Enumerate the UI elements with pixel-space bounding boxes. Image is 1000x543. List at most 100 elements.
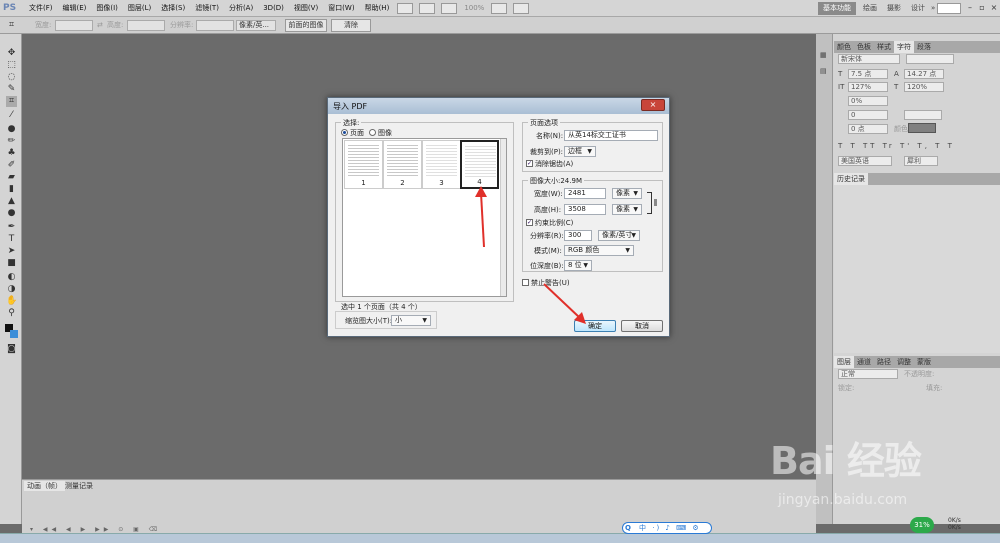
tab-character[interactable]: 字符	[894, 41, 914, 53]
view-extras-icon[interactable]	[441, 2, 458, 14]
tab-history[interactable]: 历史记录	[834, 173, 868, 185]
ime-toolbar[interactable]: Q 中 ·) ♪ ⌨ ⚙	[622, 522, 712, 534]
width-input[interactable]: 2481	[564, 188, 606, 199]
tab-measurement-log[interactable]: 测量记录	[62, 481, 96, 491]
menu-image[interactable]: 图像(I)	[91, 0, 123, 17]
tab-adjustments[interactable]: 调整	[894, 356, 914, 368]
radio-images[interactable]	[369, 129, 376, 136]
tab-animation-frames[interactable]: 动画（帧）	[24, 481, 65, 491]
history-panel-icon[interactable]: ▤	[820, 66, 827, 76]
menu-help[interactable]: 帮助(H)	[360, 0, 395, 17]
resolution-unit-select[interactable]: 像素/英寸 ▼	[598, 230, 640, 241]
menu-file[interactable]: 文件(F)	[24, 0, 58, 17]
eraser-tool-icon[interactable]: ▰	[6, 172, 17, 183]
tab-masks[interactable]: 蒙版	[914, 356, 934, 368]
quick-select-tool-icon[interactable]: ✎	[6, 84, 17, 95]
thumb-size-select[interactable]: 小 ▼	[391, 315, 431, 326]
units-select[interactable]: 像素/英...	[236, 20, 276, 31]
workspace-essentials[interactable]: 基本功能	[818, 2, 856, 15]
menu-view[interactable]: 视图(V)	[289, 0, 323, 17]
suppress-warnings-checkbox[interactable]	[522, 279, 529, 286]
resolution-input[interactable]	[196, 20, 234, 31]
menu-analysis[interactable]: 分析(A)	[224, 0, 258, 17]
dialog-title-bar[interactable]: 导入 PDF ×	[328, 98, 669, 114]
shape-tool-icon[interactable]: ■	[6, 258, 17, 269]
horizontal-scale-input[interactable]: 120%	[904, 82, 944, 92]
path-select-tool-icon[interactable]: ➤	[6, 246, 17, 257]
tab-layers[interactable]: 图层	[834, 356, 854, 368]
thumbnail-page-4[interactable]: 4	[460, 140, 499, 189]
menu-edit[interactable]: 编辑(E)	[58, 0, 92, 17]
baseline-input[interactable]: 0 点	[848, 124, 888, 134]
tab-paths[interactable]: 路径	[874, 356, 894, 368]
crop-tool-icon[interactable]: ⌗	[9, 19, 14, 31]
type-tool-icon[interactable]: T	[6, 234, 17, 245]
clone-stamp-tool-icon[interactable]: ♣	[6, 148, 17, 159]
help-search-input[interactable]	[937, 3, 961, 14]
antialias-checkbox[interactable]: ✓	[526, 160, 533, 167]
move-tool-icon[interactable]: ✥	[6, 48, 17, 59]
font-size-input[interactable]: 7.5 点	[848, 69, 888, 79]
zoom-level[interactable]: 100%	[460, 4, 488, 12]
history-brush-tool-icon[interactable]: ✐	[6, 160, 17, 171]
menu-layer[interactable]: 图层(L)	[123, 0, 156, 17]
marquee-tool-icon[interactable]: ⬚	[6, 60, 17, 71]
tab-channels[interactable]: 通道	[854, 356, 874, 368]
height-input[interactable]: 3508	[564, 204, 606, 215]
workspace-painting[interactable]: 绘画	[858, 2, 882, 15]
blur-tool-icon[interactable]: ▲	[6, 196, 17, 207]
arrange-documents-icon[interactable]	[491, 2, 508, 14]
tab-color[interactable]: 颜色	[834, 41, 854, 53]
antialias-select[interactable]: 犀利	[904, 156, 938, 166]
gradient-tool-icon[interactable]: ▮	[6, 184, 17, 195]
3d-orbit-tool-icon[interactable]: ◑	[6, 284, 17, 295]
pen-tool-icon[interactable]: ✒	[6, 222, 17, 233]
kerning-input[interactable]: 0	[848, 110, 888, 120]
zoom-tool-icon[interactable]: ⚲	[6, 308, 17, 319]
radio-pages[interactable]	[341, 129, 348, 136]
constrain-checkbox[interactable]: ✓	[526, 219, 533, 226]
tab-paragraph[interactable]: 段落	[914, 41, 934, 53]
crop-select[interactable]: 边框 ▼	[564, 146, 596, 157]
text-color-swatch[interactable]	[908, 123, 936, 133]
quick-mask-icon[interactable]: ◙	[6, 344, 17, 355]
thumbnail-page-2[interactable]: 2	[383, 140, 422, 189]
menu-window[interactable]: 窗口(W)	[323, 0, 359, 17]
minimize-icon[interactable]: –	[965, 3, 975, 13]
tracking-input[interactable]: 0%	[848, 96, 888, 106]
tab-styles[interactable]: 样式	[874, 41, 894, 53]
dodge-tool-icon[interactable]: ●	[6, 208, 17, 219]
font-style-select[interactable]	[906, 54, 954, 64]
color-panel-icon[interactable]: ▦	[820, 50, 827, 60]
eyedropper-tool-icon[interactable]: ⁄	[6, 110, 17, 121]
close-icon[interactable]: ×	[989, 3, 999, 13]
clear-button[interactable]: 清除	[331, 19, 371, 32]
height-unit-select[interactable]: 像素 ▼	[612, 204, 642, 215]
restore-icon[interactable]: ▫	[977, 3, 987, 13]
3d-rotate-tool-icon[interactable]: ◐	[6, 272, 17, 283]
workspace-photography[interactable]: 摄影	[882, 2, 906, 15]
history-list[interactable]	[834, 185, 1000, 353]
thumbnail-page-1[interactable]: 1	[344, 140, 383, 189]
dialog-close-button[interactable]: ×	[641, 99, 665, 111]
language-select[interactable]: 美国英语	[838, 156, 892, 166]
width-unit-select[interactable]: 像素 ▼	[612, 188, 642, 199]
front-image-button[interactable]: 前面的图像	[285, 19, 327, 32]
brush-tool-icon[interactable]: ✏	[6, 136, 17, 147]
font-family-select[interactable]: 新宋体	[838, 54, 900, 64]
name-input[interactable]: 从英14标交工证书	[564, 130, 658, 141]
tab-swatches[interactable]: 色板	[854, 41, 874, 53]
swap-icon[interactable]: ⇄	[97, 19, 103, 31]
depth-select[interactable]: 8 位 ▼	[564, 260, 592, 271]
animation-controls[interactable]: ▾ ◀◀ ◀ ▶ ▶▶ ⊙ ▣ ⌫	[30, 526, 161, 533]
lasso-tool-icon[interactable]: ◌	[6, 72, 17, 83]
thumbnail-page-3[interactable]: 3	[422, 140, 461, 189]
cancel-button[interactable]: 取消	[621, 320, 663, 332]
resolution-input[interactable]: 300	[564, 230, 592, 241]
menu-3d[interactable]: 3D(D)	[258, 0, 289, 17]
vertical-scale-input[interactable]: 127%	[848, 82, 888, 92]
mode-select[interactable]: RGB 颜色 ▼	[564, 245, 634, 256]
blend-mode-select[interactable]: 正常	[838, 369, 898, 379]
hand-tool-icon[interactable]: ✋	[6, 296, 17, 307]
healing-tool-icon[interactable]: ●	[6, 124, 17, 135]
